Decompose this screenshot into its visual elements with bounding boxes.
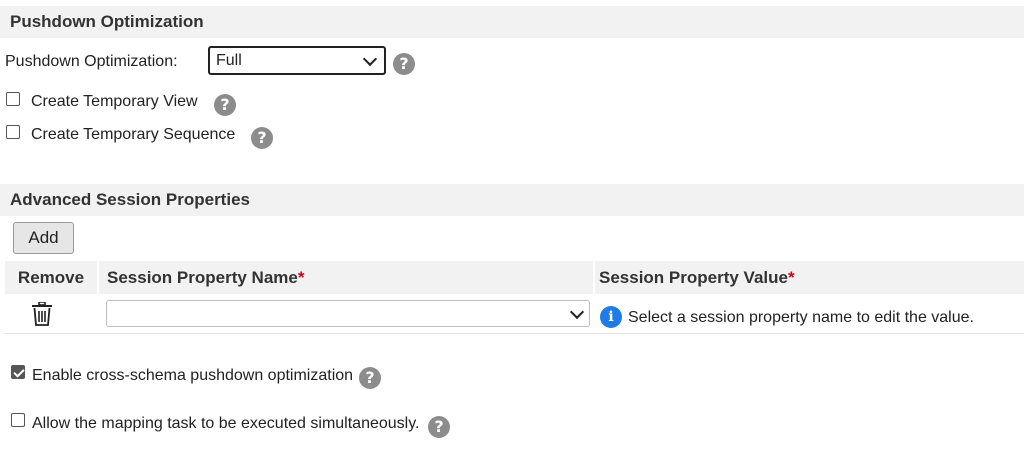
chevron-down-icon [362,51,378,67]
create-temp-view-checkbox[interactable] [6,92,20,106]
help-icon[interactable]: ? [393,53,415,75]
pushdown-optimization-value: Full [216,52,242,69]
session-property-value-hint: Select a session property name to edit t… [628,309,974,326]
pushdown-optimization-label: Pushdown Optimization: [5,53,178,70]
add-button[interactable]: Add [13,222,74,254]
help-icon[interactable]: ? [214,94,236,116]
chevron-down-icon [569,304,585,320]
trash-icon[interactable] [31,301,53,326]
advanced-section-header: Advanced Session Properties [0,184,1024,216]
pushdown-optimization-select[interactable]: Full [208,46,386,75]
advanced-section-title: Advanced Session Properties [10,190,250,209]
cross-schema-label: Enable cross-schema pushdown optimizatio… [32,367,354,384]
create-temp-view-label: Create Temporary View [31,93,198,110]
simultaneous-execution-checkbox[interactable] [11,413,25,427]
create-temp-sequence-checkbox[interactable] [6,125,20,139]
simultaneous-execution-label: Allow the mapping task to be executed si… [32,415,420,432]
help-icon[interactable]: ? [359,367,381,389]
cross-schema-checkbox[interactable] [11,365,25,379]
column-header-session-property-name: Session Property Name* [99,261,593,294]
info-icon: i [600,306,622,328]
column-header-session-property-value: Session Property Value* [595,261,1024,294]
session-property-name-select[interactable] [106,300,590,327]
help-icon[interactable]: ? [428,416,450,438]
pushdown-section-title: Pushdown Optimization [10,12,204,31]
required-marker: * [787,268,795,287]
column-header-remove: Remove [5,261,97,294]
required-marker: * [297,268,305,287]
help-icon[interactable]: ? [251,127,273,149]
create-temp-sequence-label: Create Temporary Sequence [31,126,236,143]
table-row: i Select a session property name to edit… [5,294,1024,334]
pushdown-section-header: Pushdown Optimization [0,6,1024,38]
